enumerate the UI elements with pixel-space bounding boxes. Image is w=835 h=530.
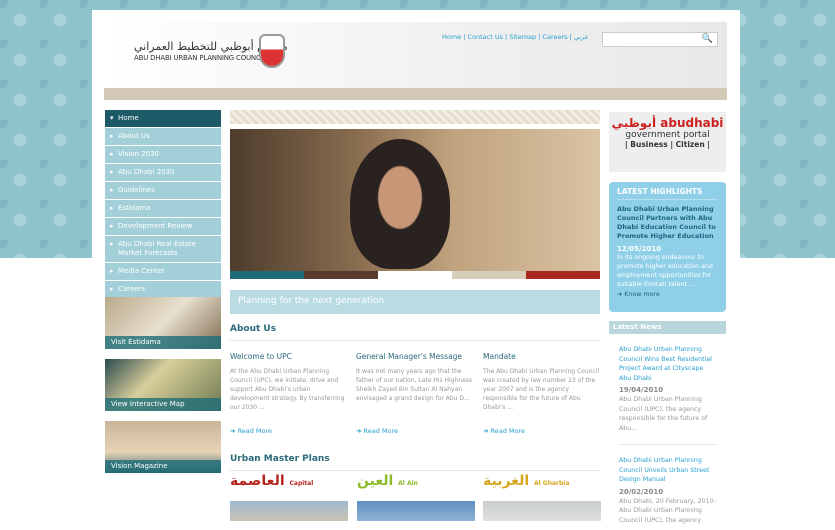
read-more-label: Read More — [490, 427, 526, 435]
portal-brand: abudhabi — [660, 116, 724, 130]
portal-links[interactable]: | Business | Citizen | — [609, 140, 726, 149]
color-bar-segment — [230, 271, 304, 279]
emblem-icon — [259, 34, 285, 68]
link-arabic[interactable]: عربي — [574, 33, 589, 41]
plan-image — [483, 501, 601, 521]
header: مجلس أبوظبي للتخطيط العمراني ABU DHABI U… — [104, 22, 727, 88]
read-more-link[interactable]: ➜ Read More — [356, 427, 476, 435]
news-item: Abu Dhabi Urban Planning Council Wins Be… — [619, 345, 717, 433]
plan-arabic: العين — [357, 473, 394, 489]
plan-arabic: العاصمة — [230, 473, 285, 489]
hero-portrait — [350, 139, 450, 269]
decorative-strip — [230, 110, 600, 124]
plan-logo: العين Al Ain — [357, 473, 475, 501]
color-bar-segment — [378, 271, 452, 279]
promo-label: Vision Magazine — [105, 460, 221, 473]
divider-bar — [104, 88, 727, 100]
read-more-link[interactable]: ➜ Read More — [483, 427, 603, 435]
plan-arabic: الغربية — [483, 473, 530, 489]
nav-vision-2030[interactable]: Vision 2030 — [105, 146, 221, 164]
sidebar-nav: Home About Us Vision 2030 Abu Dhabi 2030… — [105, 110, 221, 299]
news-item: Abu Dhabi Urban Planning Council Unveils… — [619, 456, 717, 525]
about-column-gm-message: General Manager's Message It was not man… — [356, 352, 476, 435]
portal-logo: أبوظبي abudhabi — [609, 116, 726, 130]
nav-abu-dhabi-2030[interactable]: Abu Dhabi 2030 — [105, 164, 221, 182]
column-body: The Abu Dhabi Urban Planning Council was… — [483, 368, 600, 411]
portal-arabic: أبوظبي — [611, 116, 657, 130]
hero-image[interactable] — [230, 129, 600, 279]
link-contact[interactable]: Contact Us — [467, 33, 503, 41]
plan-logo: الغربية Al Gharbia — [483, 473, 601, 501]
color-bar-segment — [452, 271, 526, 279]
know-more-link[interactable]: ➜ Know more — [617, 291, 718, 298]
promo-label: View Interactive Map — [105, 398, 221, 411]
color-bar-segment — [526, 271, 600, 279]
nav-guidelines[interactable]: Guidelines — [105, 182, 221, 200]
news-body: Abu Dhabi, 20 February, 2010: Abu Dhabi … — [619, 497, 716, 524]
plan-english: Al Gharbia — [534, 480, 570, 487]
nav-about-us[interactable]: About Us — [105, 128, 221, 146]
portal-subtitle: government portal — [625, 130, 710, 140]
highlight-date: 12/05/2010 — [617, 245, 662, 253]
nav-estidama[interactable]: Estidama — [105, 200, 221, 218]
know-more-label: Know more — [624, 291, 660, 298]
link-home[interactable]: Home — [442, 33, 461, 41]
read-more-label: Read More — [363, 427, 399, 435]
color-bar — [230, 271, 600, 279]
about-us-heading: About Us — [230, 324, 277, 334]
promo-vision-magazine[interactable]: Vision Magazine — [105, 421, 221, 473]
column-body: It was not many years ago that the fathe… — [356, 368, 473, 402]
about-column-welcome: Welcome to UPC At the Abu Dhabi Urban Pl… — [230, 352, 350, 435]
link-sitemap[interactable]: Sitemap — [509, 33, 536, 41]
hero-banner: Planning for the next generation — [230, 290, 600, 314]
master-plan-capital[interactable]: العاصمة Capital — [230, 473, 348, 521]
news-title[interactable]: Abu Dhabi Urban Planning Council Unveils… — [619, 456, 717, 485]
search-icon[interactable]: 🔍 — [702, 34, 713, 44]
master-plans-heading: Urban Master Plans — [230, 454, 330, 464]
nav-real-estate-forecasts[interactable]: Abu Dhabi Real Estate Market Forecasts — [105, 236, 221, 263]
master-plan-al-ain[interactable]: العين Al Ain — [357, 473, 475, 521]
color-bar-segment — [304, 271, 378, 279]
news-body: Abu Dhabi Urban Planning Council (UPC), … — [619, 396, 708, 432]
top-links: Home | Contact Us | Sitemap | Careers | عربي — [442, 33, 589, 41]
promo-interactive-map[interactable]: View Interactive Map — [105, 359, 221, 411]
news-date: 19/04/2010 — [619, 386, 664, 394]
news-date: 20/02/2010 — [619, 487, 664, 496]
plan-english: Capital — [289, 480, 314, 487]
highlight-title[interactable]: Abu Dhabi Urban Planning Council Partner… — [617, 205, 718, 241]
divider — [230, 340, 600, 341]
plan-image — [357, 501, 475, 521]
column-title[interactable]: Mandate — [483, 352, 603, 361]
logo-english[interactable]: ABU DHABI URBAN PLANNING COUNCIL — [134, 54, 266, 62]
promo-estidama[interactable]: Visit Estidama — [105, 297, 221, 349]
plan-logo: العاصمة Capital — [230, 473, 348, 501]
latest-highlights-box: LATEST HIGHLIGHTS Abu Dhabi Urban Planni… — [609, 182, 726, 312]
promo-label: Visit Estidama — [105, 336, 221, 349]
nav-home[interactable]: Home — [105, 110, 221, 128]
master-plan-al-gharbia[interactable]: الغربية Al Gharbia — [483, 473, 601, 521]
link-careers[interactable]: Careers — [542, 33, 567, 41]
search-input[interactable]: 🔍 — [602, 32, 718, 47]
nav-development-review[interactable]: Development Review — [105, 218, 221, 236]
latest-news-heading: Latest News — [609, 321, 726, 334]
column-title[interactable]: Welcome to UPC — [230, 352, 350, 361]
read-more-link[interactable]: ➜ Read More — [230, 427, 350, 435]
plan-image — [230, 501, 348, 521]
divider — [619, 444, 717, 445]
government-portal-banner[interactable]: أبوظبي abudhabi government portal | Busi… — [609, 112, 726, 172]
read-more-label: Read More — [237, 427, 273, 435]
about-column-mandate: Mandate The Abu Dhabi Urban Planning Cou… — [483, 352, 603, 435]
nav-media-center[interactable]: Media Center — [105, 263, 221, 281]
divider — [230, 470, 600, 471]
page: مجلس أبوظبي للتخطيط العمراني ABU DHABI U… — [92, 10, 740, 530]
news-title[interactable]: Abu Dhabi Urban Planning Council Wins Be… — [619, 345, 717, 383]
highlight-body: In its ongoing endeavour to promote high… — [617, 254, 713, 288]
highlights-heading: LATEST HIGHLIGHTS — [617, 187, 718, 200]
column-body: At the Abu Dhabi Urban Planning Council … — [230, 368, 345, 411]
column-title[interactable]: General Manager's Message — [356, 352, 476, 361]
plan-english: Al Ain — [398, 480, 418, 487]
